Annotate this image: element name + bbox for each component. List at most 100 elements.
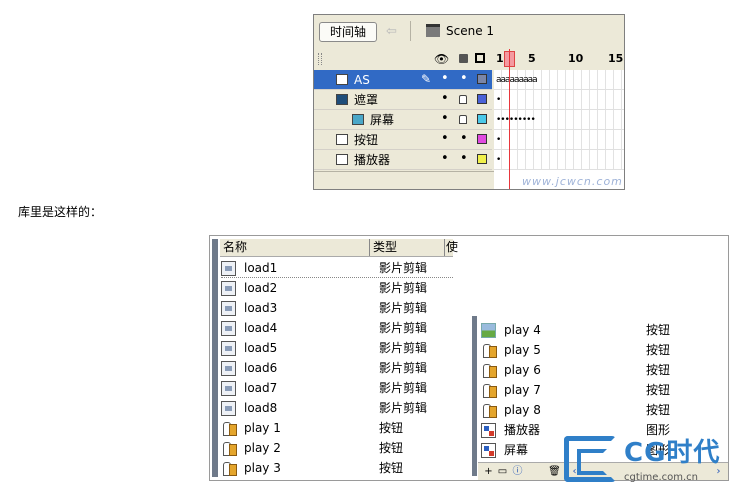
item-type: 影片剪辑 bbox=[379, 321, 428, 335]
library-item[interactable]: load8 影片剪辑 bbox=[221, 398, 453, 418]
frame-number: 15 bbox=[608, 52, 624, 65]
new-symbol-icon[interactable]: + bbox=[482, 465, 495, 478]
lock-dot-icon[interactable]: • bbox=[460, 131, 468, 146]
layer-color-swatch[interactable] bbox=[477, 114, 487, 124]
keyframes: aaaaaaaaa bbox=[496, 75, 538, 85]
frame-number: 5 bbox=[528, 52, 536, 65]
grip-handle[interactable] bbox=[318, 53, 322, 65]
frame-row[interactable]: • bbox=[494, 150, 624, 170]
frame-row[interactable]: • bbox=[494, 130, 624, 150]
frame-row[interactable]: aaaaaaaaa bbox=[494, 70, 624, 90]
logo-url: cgtime.com.cn bbox=[624, 472, 698, 483]
outline-toggle-icon[interactable] bbox=[475, 53, 485, 63]
library-item[interactable]: play 8 按钮 bbox=[481, 400, 726, 420]
mask-layer-icon bbox=[336, 94, 348, 105]
library-item[interactable]: load6 影片剪辑 bbox=[221, 358, 453, 378]
layer-row-mask[interactable]: 遮罩 • bbox=[314, 90, 492, 110]
frame-row[interactable]: • bbox=[494, 90, 624, 110]
layer-name: 按钮 bbox=[354, 133, 379, 147]
timeline-tab-button[interactable]: 时间轴 bbox=[319, 22, 377, 42]
visibility-dot-icon[interactable]: • bbox=[441, 111, 449, 126]
frame-grid[interactable]: aaaaaaaaa • ••••••••• • • bbox=[494, 70, 624, 189]
layer-name: 遮罩 bbox=[354, 93, 379, 107]
library-item[interactable]: play 5 按钮 bbox=[481, 340, 726, 360]
column-header-name[interactable]: 名称 bbox=[220, 239, 370, 256]
frame-row[interactable]: ••••••••• bbox=[494, 110, 624, 130]
visibility-dot-icon[interactable]: • bbox=[441, 131, 449, 146]
column-header-use[interactable]: 使 bbox=[445, 239, 458, 256]
timeline-header: 👁 1 5 10 15 bbox=[314, 49, 624, 69]
library-item[interactable]: load3 影片剪辑 bbox=[221, 298, 453, 318]
item-name: load1 bbox=[244, 261, 278, 275]
library-item[interactable]: play 1 按钮 bbox=[221, 418, 453, 438]
library-item[interactable]: load7 影片剪辑 bbox=[221, 378, 453, 398]
layer-row-screen[interactable]: 屏幕 • bbox=[314, 110, 492, 130]
library-item[interactable]: load2 影片剪辑 bbox=[221, 278, 453, 298]
item-name: play 7 bbox=[504, 383, 541, 397]
button-symbol-icon bbox=[221, 461, 237, 476]
button-symbol-icon bbox=[481, 383, 497, 398]
item-type: 按钮 bbox=[646, 403, 671, 417]
library-item[interactable]: play 6 按钮 bbox=[481, 360, 726, 380]
delete-trash-icon[interactable]: 🗑 bbox=[548, 465, 561, 478]
library-item[interactable]: play 2 按钮 bbox=[221, 438, 453, 458]
graphic-symbol-icon bbox=[481, 423, 496, 438]
watermark: www.jcwcn.com bbox=[522, 175, 623, 188]
layer-row-player[interactable]: 播放器 • • bbox=[314, 150, 492, 170]
library-item[interactable]: load4 影片剪辑 bbox=[221, 318, 453, 338]
movieclip-symbol-icon bbox=[221, 401, 236, 416]
new-folder-icon[interactable]: ▭ bbox=[496, 465, 509, 478]
layer-name: 屏幕 bbox=[370, 113, 395, 127]
library-scroll-track[interactable] bbox=[212, 239, 218, 477]
item-name: load4 bbox=[244, 321, 278, 335]
frame-number: 10 bbox=[568, 52, 584, 65]
layer-color-swatch[interactable] bbox=[477, 134, 487, 144]
layer-color-swatch[interactable] bbox=[477, 74, 487, 84]
lock-icon[interactable] bbox=[459, 54, 468, 63]
item-type: 按钮 bbox=[646, 383, 671, 397]
visibility-dot-icon[interactable]: • bbox=[441, 71, 449, 86]
item-name: play 5 bbox=[504, 343, 541, 357]
library-scroll-track[interactable] bbox=[472, 316, 477, 476]
layer-color-swatch[interactable] bbox=[477, 94, 487, 104]
layer-list: AS ✎ • • 遮罩 • 屏幕 • 按钮 • • 播放器 • • bbox=[314, 70, 492, 170]
visibility-dot-icon[interactable]: • bbox=[441, 91, 449, 106]
properties-icon[interactable]: ⓘ bbox=[511, 465, 524, 478]
item-type: 影片剪辑 bbox=[379, 361, 428, 375]
library-item[interactable]: play 3 按钮 bbox=[221, 458, 453, 478]
visibility-dot-icon[interactable]: • bbox=[441, 151, 449, 166]
scene-label[interactable]: Scene 1 bbox=[446, 23, 494, 39]
caption-text: 库里是这样的： bbox=[18, 205, 103, 219]
column-header-type[interactable]: 类型 bbox=[370, 239, 445, 256]
library-item[interactable]: play 7 按钮 bbox=[481, 380, 726, 400]
item-type: 影片剪辑 bbox=[379, 281, 428, 295]
library-header: 名称 类型 使 bbox=[220, 239, 458, 257]
library-item[interactable]: load1 影片剪辑 bbox=[221, 258, 453, 278]
item-name: load2 bbox=[244, 281, 278, 295]
layer-icon bbox=[336, 154, 348, 165]
lock-icon[interactable] bbox=[459, 115, 467, 124]
movieclip-symbol-icon bbox=[221, 381, 236, 396]
item-type: 影片剪辑 bbox=[379, 261, 428, 275]
library-item[interactable]: load5 影片剪辑 bbox=[221, 338, 453, 358]
item-type: 影片剪辑 bbox=[379, 341, 428, 355]
library-item[interactable]: play 4 按钮 bbox=[481, 320, 726, 340]
layer-row-button[interactable]: 按钮 • • bbox=[314, 130, 492, 150]
timeline-toolbar: 时间轴 ⇦ Scene 1 bbox=[314, 15, 624, 47]
frame-number: 1 bbox=[496, 52, 504, 65]
item-type: 按钮 bbox=[646, 363, 671, 377]
layer-row-as[interactable]: AS ✎ • • bbox=[314, 70, 492, 90]
eye-icon[interactable]: 👁 bbox=[434, 52, 449, 66]
lock-icon[interactable] bbox=[459, 95, 467, 104]
back-arrow-icon[interactable]: ⇦ bbox=[386, 24, 402, 40]
layer-color-swatch[interactable] bbox=[477, 154, 487, 164]
lock-dot-icon[interactable]: • bbox=[460, 71, 468, 86]
button-symbol-icon bbox=[221, 441, 237, 456]
toolbar-divider bbox=[410, 21, 411, 41]
movieclip-symbol-icon bbox=[221, 321, 236, 336]
item-type: 按钮 bbox=[379, 441, 404, 455]
lock-dot-icon[interactable]: • bbox=[460, 151, 468, 166]
logo-text: CG时代 bbox=[624, 438, 721, 468]
keyframes: • bbox=[496, 95, 501, 105]
item-type: 按钮 bbox=[646, 323, 671, 337]
